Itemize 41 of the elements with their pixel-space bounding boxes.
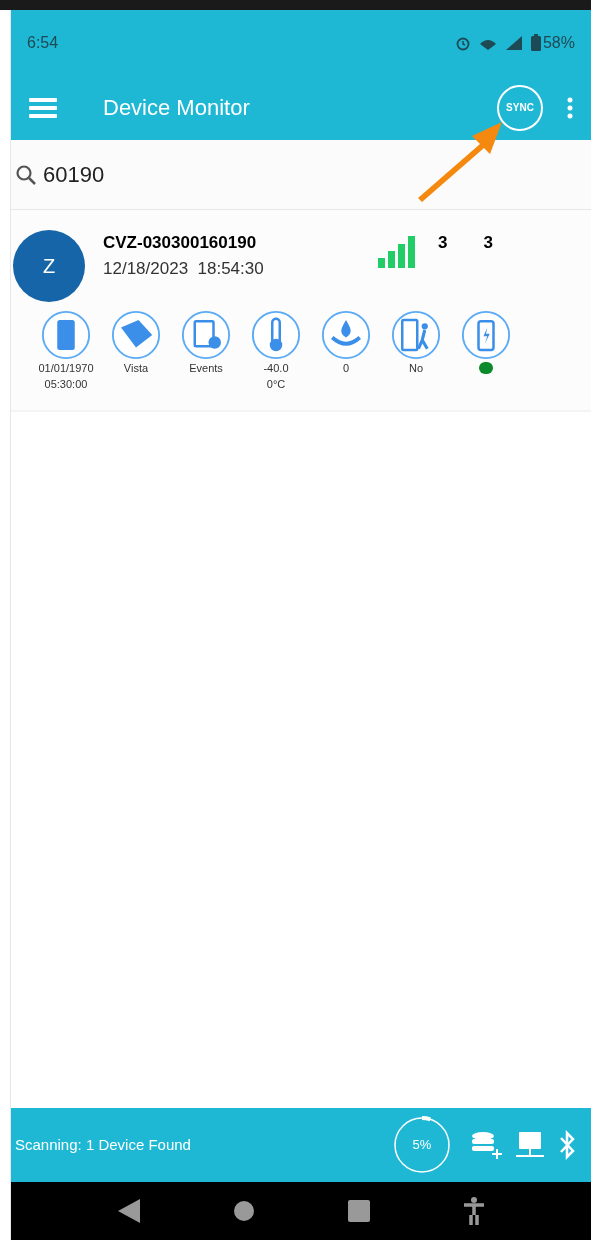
database-add-icon[interactable] [471, 1131, 503, 1159]
accessibility-icon[interactable] [462, 1197, 485, 1225]
indicator-label: 0 [342, 361, 350, 376]
cellular-icon [504, 34, 523, 51]
network-computer-icon[interactable] [515, 1131, 545, 1159]
battery-status-icon [530, 34, 541, 51]
more-options-icon[interactable] [567, 96, 573, 119]
home-icon[interactable] [232, 1200, 255, 1222]
document-icon[interactable] [181, 310, 231, 360]
status-time: 6:54 [27, 32, 59, 53]
signal-strength-icon [378, 234, 418, 270]
scan-status: Scanning: 1 Device Found [15, 1134, 192, 1155]
indicator-label: 05:30:00 [44, 377, 88, 392]
battery-percentage: 58% [542, 32, 575, 53]
search-field[interactable]: 60190 [11, 140, 591, 210]
recents-icon[interactable] [347, 1200, 370, 1222]
thermometer-icon[interactable] [251, 310, 301, 360]
phone-icon[interactable] [41, 310, 91, 360]
tag-icon[interactable] [111, 310, 161, 360]
door-walker-icon[interactable] [391, 310, 441, 360]
water-drop-icon[interactable] [321, 310, 371, 360]
count-value: 3 [483, 232, 493, 254]
indicator-label: Events [189, 361, 223, 376]
progress-label: 5% [412, 1136, 432, 1155]
search-icon [15, 163, 37, 186]
progress-ring [393, 1116, 451, 1174]
indicator-label: -40.0 [263, 361, 289, 376]
count-value: 3 [438, 232, 448, 254]
device-name: CVZ-030300160190 [103, 232, 258, 254]
avatar: Z [13, 230, 85, 302]
battery-icon[interactable] [461, 310, 511, 360]
bluetooth-icon[interactable] [557, 1130, 577, 1160]
indicator-label: No [408, 361, 424, 376]
app-title: Device Monitor [103, 94, 251, 122]
indicator-label: Vista [123, 361, 149, 376]
back-icon[interactable] [117, 1199, 140, 1223]
indicator-label: 0°C [266, 377, 286, 392]
indicator-label: 01/01/1970 [38, 361, 94, 376]
device-timestamp: 12/18/2023 18:54:30 [103, 257, 265, 280]
menu-icon[interactable] [29, 96, 57, 119]
search-value: 60190 [43, 161, 105, 189]
